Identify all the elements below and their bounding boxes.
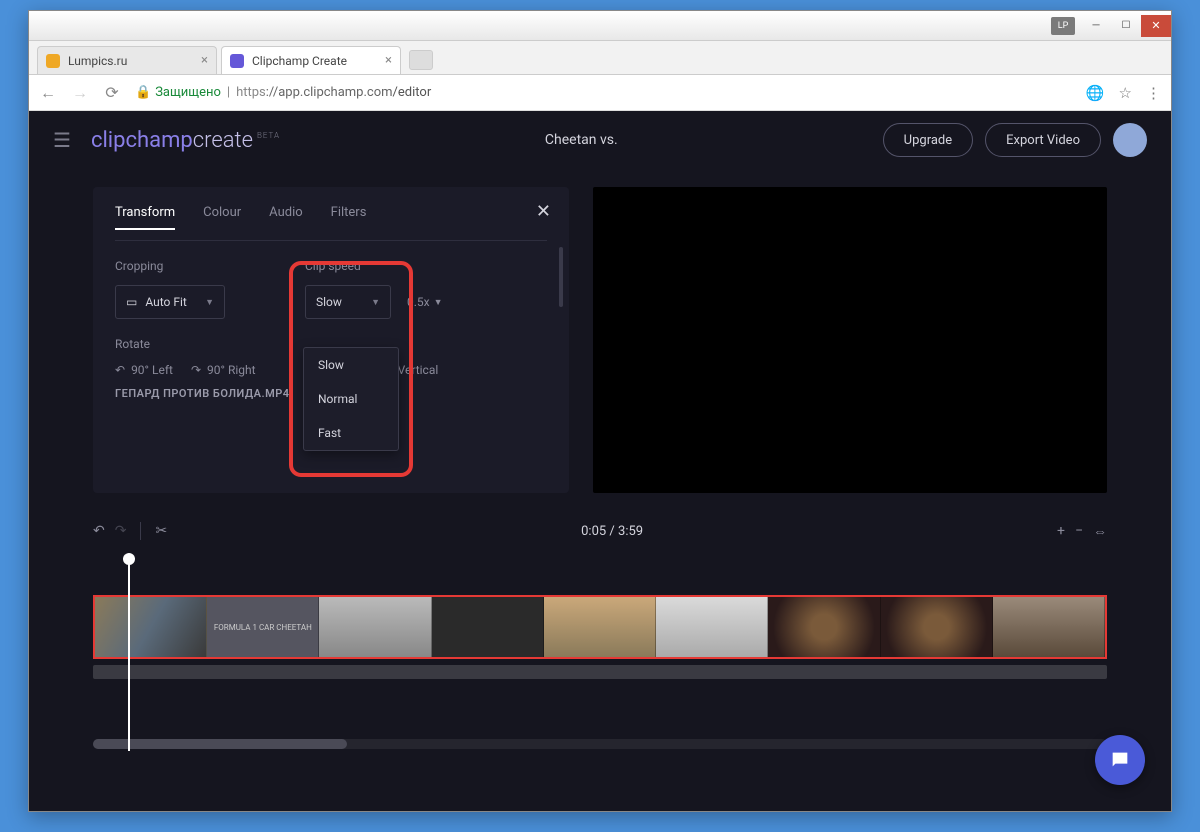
favicon-icon — [230, 54, 244, 68]
forward-icon[interactable]: → — [71, 83, 89, 103]
browser-window: LP Lumpics.ru × Clipchamp Create × ← → ⟳… — [28, 10, 1172, 812]
clip-speed-value: Slow — [316, 295, 342, 309]
playhead-line — [128, 561, 130, 751]
secure-indicator: 🔒 Защищено — [135, 85, 221, 100]
support-chat-button[interactable] — [1095, 735, 1145, 785]
export-video-button[interactable]: Export Video — [985, 123, 1101, 157]
lock-icon: 🔒 — [135, 85, 151, 100]
rotate-left-button[interactable]: ↶90° Left — [115, 363, 173, 377]
chevron-down-icon: ▼ — [371, 297, 380, 308]
upgrade-button[interactable]: Upgrade — [883, 123, 973, 157]
secure-label: Защищено — [155, 85, 221, 100]
close-tab-icon[interactable]: × — [201, 53, 208, 68]
project-title[interactable]: Cheetan vs. — [280, 132, 883, 148]
timecode: 0:05 / 3:59 — [177, 524, 1047, 539]
close-icon[interactable]: ✕ — [536, 201, 551, 222]
clip-thumbnail — [993, 597, 1105, 657]
tab-audio[interactable]: Audio — [269, 205, 302, 230]
clip-thumbnail — [544, 597, 656, 657]
panel-scrollbar[interactable] — [559, 247, 563, 307]
redo-icon[interactable]: ↷ — [115, 523, 127, 539]
tab-label: Clipchamp Create — [252, 54, 347, 68]
scrollbar-thumb[interactable] — [93, 739, 347, 749]
speed-option-slow[interactable]: Slow — [304, 348, 398, 382]
clip-thumbnail — [319, 597, 431, 657]
zoom-in-icon[interactable]: + — [1057, 523, 1065, 540]
clip-thumbnail — [432, 597, 544, 657]
app-header: ☰ clipchampcreateBETA Cheetan vs. Upgrad… — [29, 111, 1171, 169]
translate-icon[interactable]: 🌐 — [1086, 84, 1105, 102]
cropping-value: Auto Fit — [145, 295, 186, 309]
clip-speed-label: Clip speed — [305, 259, 443, 273]
speed-option-normal[interactable]: Normal — [304, 382, 398, 416]
rotate-right-icon: ↷ — [191, 363, 201, 377]
clip-thumbnail — [768, 597, 880, 657]
tab-colour[interactable]: Colour — [203, 205, 241, 230]
window-titlebar: LP — [29, 11, 1171, 41]
speed-multiplier[interactable]: 0.5x▼ — [407, 295, 443, 309]
chevron-down-icon: ▼ — [205, 297, 214, 308]
speed-option-fast[interactable]: Fast — [304, 416, 398, 450]
timeline[interactable]: FORMULA 1 CAR CHEETAH — [93, 557, 1107, 749]
workspace: ✕ Transform Colour Audio Filters Croppin… — [29, 169, 1171, 493]
profile-badge: LP — [1051, 17, 1075, 35]
audio-track[interactable] — [93, 665, 1107, 679]
browser-tab-lumpics[interactable]: Lumpics.ru × — [37, 46, 217, 74]
rotate-right-button[interactable]: ↷90° Right — [191, 363, 256, 377]
clipchamp-app: ☰ clipchampcreateBETA Cheetan vs. Upgrad… — [29, 111, 1171, 811]
tab-transform[interactable]: Transform — [115, 205, 175, 230]
video-preview[interactable] — [593, 187, 1107, 493]
bookmark-icon[interactable]: ☆ — [1119, 84, 1132, 102]
clip-properties-panel: ✕ Transform Colour Audio Filters Croppin… — [93, 187, 569, 493]
brand-logo: clipchampcreateBETA — [91, 128, 280, 153]
clip-speed-dropdown: Slow Normal Fast — [303, 347, 399, 451]
tab-filters[interactable]: Filters — [331, 205, 367, 230]
new-tab-button[interactable] — [409, 50, 433, 70]
tab-strip: Lumpics.ru × Clipchamp Create × — [29, 41, 1171, 75]
window-maximize-button[interactable] — [1111, 15, 1141, 37]
tab-label: Lumpics.ru — [68, 54, 127, 68]
clip-thumbnail — [656, 597, 768, 657]
chat-icon — [1109, 749, 1131, 771]
split-icon[interactable]: ✂ — [155, 523, 167, 539]
clip-thumbnail: FORMULA 1 CAR CHEETAH — [207, 597, 319, 657]
user-avatar[interactable] — [1113, 123, 1147, 157]
clip-speed-select[interactable]: Slow ▼ — [305, 285, 391, 319]
address-bar: ← → ⟳ 🔒 Защищено | https://app.clipchamp… — [29, 75, 1171, 111]
close-tab-icon[interactable]: × — [385, 53, 392, 68]
reload-icon[interactable]: ⟳ — [103, 83, 121, 102]
back-icon[interactable]: ← — [39, 83, 57, 103]
clip-thumbnail — [95, 597, 207, 657]
url-field[interactable]: 🔒 Защищено | https://app.clipchamp.com/e… — [135, 85, 1072, 100]
timeline-scrollbar[interactable] — [93, 739, 1107, 749]
window-close-button[interactable] — [1141, 15, 1171, 37]
clip-thumbnail — [881, 597, 993, 657]
cropping-label: Cropping — [115, 259, 225, 273]
menu-icon[interactable]: ⋮ — [1146, 84, 1161, 102]
zoom-fit-icon[interactable]: ⇔ — [1093, 523, 1107, 540]
panel-tabs: Transform Colour Audio Filters — [115, 205, 547, 230]
browser-tab-clipchamp[interactable]: Clipchamp Create × — [221, 46, 401, 74]
undo-icon[interactable]: ↶ — [93, 523, 105, 539]
menu-icon[interactable]: ☰ — [53, 128, 71, 152]
zoom-out-icon[interactable]: − — [1075, 523, 1083, 540]
rotate-left-icon: ↶ — [115, 363, 125, 377]
favicon-icon — [46, 54, 60, 68]
cropping-select[interactable]: ▭ Auto Fit ▼ — [115, 285, 225, 319]
window-minimize-button[interactable] — [1081, 15, 1111, 37]
timeline-toolbar: ↶ ↷ ✂ 0:05 / 3:59 + − ⇔ — [29, 513, 1171, 549]
ruler[interactable] — [93, 557, 1107, 595]
video-track-clip[interactable]: FORMULA 1 CAR CHEETAH — [93, 595, 1107, 659]
crop-icon: ▭ — [126, 295, 137, 309]
